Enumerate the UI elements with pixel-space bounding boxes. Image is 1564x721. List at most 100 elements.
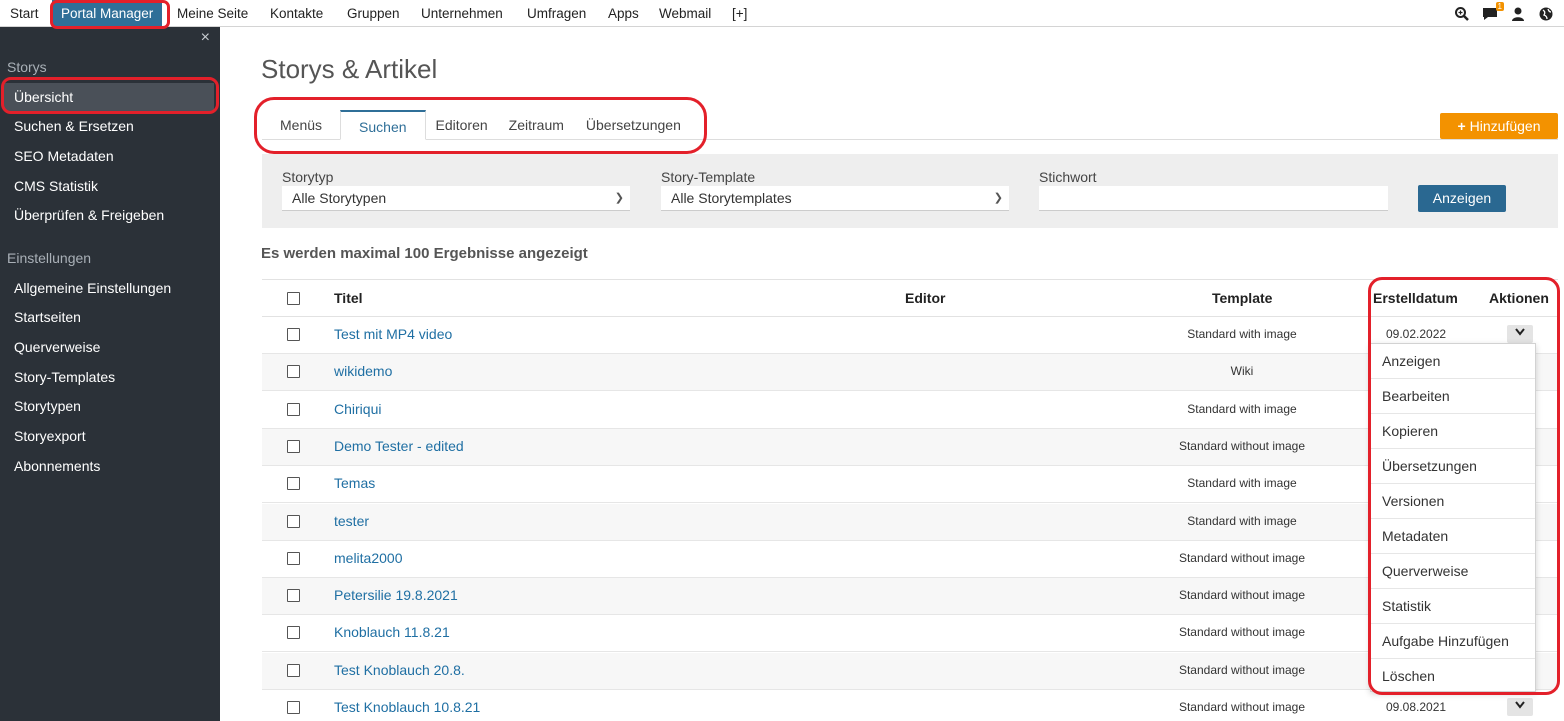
row-actions-button[interactable] (1507, 698, 1533, 716)
row-template: Standard without image (1178, 700, 1306, 714)
table-row: Petersilie 19.8.2021 Standard without ima… (262, 578, 1558, 615)
add-button[interactable]: + Hinzufügen (1440, 113, 1558, 139)
sidebar-item-uebersicht[interactable]: Übersicht (4, 83, 214, 111)
storytyp-label: Storytyp (282, 169, 334, 185)
row-checkbox[interactable] (287, 515, 300, 528)
nav-add[interactable]: [+] (732, 0, 747, 27)
tab-menues[interactable]: Menüs (262, 110, 341, 140)
menu-item-statistik[interactable]: Statistik (1371, 589, 1535, 624)
keyword-input[interactable] (1039, 186, 1388, 211)
show-button[interactable]: Anzeigen (1418, 185, 1506, 212)
row-title-link[interactable]: wikidemo (334, 354, 392, 389)
sidebar-item-cms-statistik[interactable]: CMS Statistik (14, 178, 98, 194)
row-template: Standard with image (1187, 327, 1297, 341)
menu-item-aufgabe-hinzufuegen[interactable]: Aufgabe Hinzufügen (1371, 624, 1535, 659)
sidebar-item-storytypen[interactable]: Storytypen (14, 398, 81, 414)
row-template: Standard without image (1178, 551, 1306, 565)
row-checkbox[interactable] (287, 477, 300, 490)
table-row: Test mit MP4 video Standard with image 09.… (262, 317, 1558, 354)
row-checkbox[interactable] (287, 701, 300, 714)
row-template: Standard without image (1178, 439, 1306, 453)
menu-item-bearbeiten[interactable]: Bearbeiten (1371, 379, 1535, 414)
filter-panel: Storytyp Alle Storytypen ❯ Story-Templat… (262, 154, 1558, 228)
select-all-checkbox[interactable] (287, 292, 300, 305)
row-checkbox[interactable] (287, 664, 300, 677)
header-template[interactable]: Template (1212, 280, 1272, 316)
menu-item-uebersetzungen[interactable]: Übersetzungen (1371, 449, 1535, 484)
row-title-link[interactable]: Test mit MP4 video (334, 317, 452, 352)
page-title: Storys & Artikel (261, 54, 438, 84)
header-editor[interactable]: Editor (905, 280, 945, 316)
close-icon[interactable]: × (201, 29, 210, 47)
menu-item-metadaten[interactable]: Metadaten (1371, 519, 1535, 554)
row-checkbox[interactable] (287, 403, 300, 416)
nav-apps[interactable]: Apps (608, 0, 639, 27)
storytyp-select[interactable]: Alle Storytypen ❯ (282, 186, 630, 211)
row-title-link[interactable]: Petersilie 19.8.2021 (334, 578, 458, 613)
template-label: Story-Template (661, 169, 756, 185)
menu-item-anzeigen[interactable]: Anzeigen (1371, 344, 1535, 379)
table-row: Temas Standard with image (262, 466, 1558, 503)
row-actions-button[interactable] (1507, 325, 1533, 343)
nav-gruppen[interactable]: Gruppen (347, 0, 400, 27)
sidebar-item-allgemeine-einstellungen[interactable]: Allgemeine Einstellungen (14, 280, 171, 296)
header-title[interactable]: Titel (334, 280, 363, 316)
row-title-link[interactable]: Knoblauch 11.8.21 (334, 615, 450, 650)
sidebar-item-story-templates[interactable]: Story-Templates (14, 369, 115, 385)
user-icon[interactable] (1510, 6, 1526, 22)
table-row: Demo Tester - edited Standard without ima… (262, 429, 1558, 466)
row-template: Standard with image (1187, 514, 1297, 528)
nav-meine-seite[interactable]: Meine Seite (177, 0, 248, 27)
sidebar-item-ueberpruefen[interactable]: Überprüfen & Freigeben (14, 207, 164, 223)
globe-icon[interactable] (1538, 6, 1554, 22)
tab-uebersetzungen[interactable]: Übersetzungen (574, 110, 692, 140)
tab-editoren[interactable]: Editoren (425, 110, 498, 140)
sidebar-item-querverweise[interactable]: Querverweise (14, 339, 100, 355)
chevron-down-icon (1515, 328, 1525, 336)
header-actions: Aktionen (1489, 290, 1549, 306)
menu-item-loeschen[interactable]: Löschen (1371, 659, 1535, 694)
tab-suchen[interactable]: Suchen (340, 110, 426, 140)
row-template: Standard without image (1178, 663, 1306, 677)
row-date: 09.08.2021 (1386, 700, 1447, 714)
sidebar-item-startseiten[interactable]: Startseiten (14, 309, 81, 325)
row-title-link[interactable]: Chiriqui (334, 392, 381, 427)
nav-kontakte[interactable]: Kontakte (270, 0, 323, 27)
nav-portal-manager[interactable]: Portal Manager (52, 0, 163, 27)
sidebar-item-suchen-ersetzen[interactable]: Suchen & Ersetzen (14, 118, 134, 134)
row-checkbox[interactable] (287, 626, 300, 639)
table-row: tester Standard with image (262, 504, 1558, 541)
chevron-down-icon (1515, 701, 1525, 709)
nav-start[interactable]: Start (10, 0, 39, 27)
search-icon[interactable] (1454, 6, 1470, 22)
chevron-down-icon: ❯ (614, 192, 624, 204)
row-checkbox[interactable] (287, 365, 300, 378)
row-checkbox[interactable] (287, 328, 300, 341)
row-title-link[interactable]: Test Knoblauch 20.8. (334, 653, 465, 688)
row-template: Standard without image (1178, 588, 1306, 602)
row-title-link[interactable]: tester (334, 504, 369, 539)
table-header: Titel Editor Template Erstelldatum Aktio… (262, 279, 1558, 317)
row-checkbox[interactable] (287, 589, 300, 602)
row-title-link[interactable]: Demo Tester - edited (334, 429, 464, 464)
row-checkbox[interactable] (287, 440, 300, 453)
top-navigation: Start Portal Manager Meine Seite Kontakt… (0, 0, 1564, 27)
chat-icon[interactable]: 1 (1482, 1, 1504, 22)
nav-umfragen[interactable]: Umfragen (527, 0, 586, 27)
row-title-link[interactable]: Test Knoblauch 10.8.21 (334, 690, 480, 721)
sidebar-item-storyexport[interactable]: Storyexport (14, 428, 86, 444)
header-date[interactable]: Erstelldatum (1373, 280, 1458, 316)
menu-item-kopieren[interactable]: Kopieren (1371, 414, 1535, 449)
table-row: Chiriqui Standard with image (262, 392, 1558, 429)
nav-webmail[interactable]: Webmail (659, 0, 711, 27)
nav-unternehmen[interactable]: Unternehmen (421, 0, 503, 27)
sidebar-item-seo-metadaten[interactable]: SEO Metadaten (14, 148, 114, 164)
template-select[interactable]: Alle Storytemplates ❯ (661, 186, 1009, 211)
row-title-link[interactable]: melita2000 (334, 541, 403, 576)
row-checkbox[interactable] (287, 552, 300, 565)
tab-zeitraum[interactable]: Zeitraum (497, 110, 575, 140)
row-title-link[interactable]: Temas (334, 466, 375, 501)
sidebar-item-abonnements[interactable]: Abonnements (14, 458, 100, 474)
menu-item-querverweise[interactable]: Querverweise (1371, 554, 1535, 589)
menu-item-versionen[interactable]: Versionen (1371, 484, 1535, 519)
